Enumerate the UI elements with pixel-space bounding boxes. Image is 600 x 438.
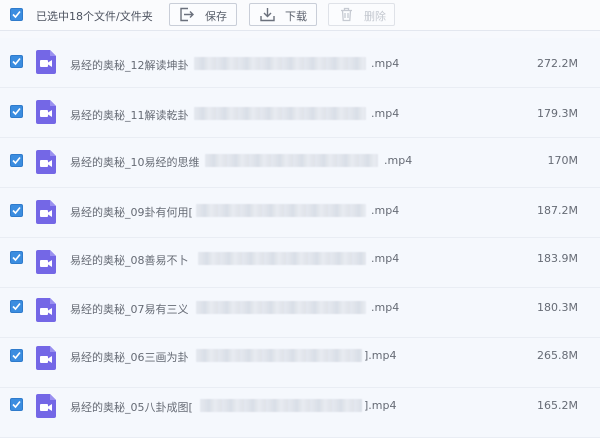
file-row[interactable]: 易经的奥秘_11解读乾卦 .mp4 179.3M (0, 88, 600, 138)
file-checkbox[interactable] (10, 204, 23, 217)
file-extension: .mp4 (371, 252, 400, 265)
video-file-icon (36, 346, 56, 370)
video-file-icon (36, 50, 56, 74)
file-name: 易经的奥秘_12解读坤卦 (70, 59, 189, 72)
file-row[interactable]: 易经的奥秘_08善易不卜 .mp4 183.9M (0, 238, 600, 288)
file-extension: ].mp4 (364, 399, 397, 412)
file-size: 170M (547, 154, 579, 167)
file-extension: .mp4 (371, 204, 400, 217)
check-icon (12, 253, 21, 262)
video-file-icon (36, 200, 56, 224)
blurred-filename (196, 301, 366, 314)
delete-button[interactable]: 删除 (328, 3, 395, 26)
file-extension: .mp4 (371, 57, 400, 70)
file-checkbox[interactable] (10, 300, 23, 313)
save-button[interactable]: 保存 (169, 3, 237, 26)
save-to-icon (179, 7, 196, 25)
video-file-icon (36, 394, 56, 418)
file-size: 179.3M (537, 107, 578, 120)
file-extension: ].mp4 (364, 349, 397, 362)
video-file-icon (36, 298, 56, 322)
file-size: 265.8M (537, 349, 578, 362)
blurred-filename (196, 204, 366, 217)
file-size: 272.2M (537, 57, 578, 70)
blurred-filename (200, 399, 362, 412)
trash-icon (338, 7, 355, 25)
file-row[interactable]: 易经的奥秘_06三画为卦 ].mp4 265.8M (0, 338, 600, 388)
blurred-filename (196, 349, 362, 362)
file-size: 187.2M (537, 204, 578, 217)
file-size: 180.3M (537, 301, 578, 314)
blurred-filename (198, 252, 366, 265)
file-checkbox[interactable] (10, 398, 23, 411)
download-label: 下载 (285, 10, 307, 23)
blurred-filename (205, 154, 378, 167)
file-name: 易经的奥秘_07易有三义 (70, 303, 189, 316)
file-checkbox[interactable] (10, 105, 23, 118)
blurred-filename (194, 107, 366, 120)
file-name: 易经的奥秘_10易经的思维 (70, 156, 200, 169)
file-row[interactable]: 易经的奥秘_05八卦成图[ ].mp4 165.2M (0, 388, 600, 438)
delete-label: 删除 (364, 10, 386, 23)
video-file-icon (36, 150, 56, 174)
video-file-icon (36, 250, 56, 274)
file-name: 易经的奥秘_09卦有何用[ (70, 206, 193, 219)
file-name: 易经的奥秘_06三画为卦 (70, 351, 189, 364)
check-icon (12, 10, 21, 19)
file-checkbox[interactable] (10, 154, 23, 167)
video-file-icon (36, 100, 56, 124)
blurred-filename (194, 57, 366, 70)
check-icon (12, 156, 21, 165)
check-icon (12, 400, 21, 409)
check-icon (12, 302, 21, 311)
download-button[interactable]: 下载 (249, 3, 317, 26)
check-icon (12, 206, 21, 215)
file-extension: .mp4 (371, 107, 400, 120)
file-name: 易经的奥秘_08善易不卜 (70, 254, 189, 267)
file-extension: .mp4 (371, 301, 400, 314)
file-checkbox[interactable] (10, 251, 23, 264)
file-size: 183.9M (537, 252, 578, 265)
file-row[interactable]: 易经的奥秘_10易经的思维 .mp4 170M (0, 138, 600, 188)
select-all-checkbox[interactable] (10, 8, 23, 21)
selection-count-label: 已选中18个文件/文件夹 (36, 10, 153, 23)
file-name: 易经的奥秘_11解读乾卦 (70, 109, 189, 122)
download-icon (259, 7, 276, 25)
file-row[interactable]: 易经的奥秘_07易有三义 .mp4 180.3M (0, 288, 600, 338)
file-name: 易经的奥秘_05八卦成图[ (70, 401, 193, 414)
check-icon (12, 57, 21, 66)
save-label: 保存 (205, 10, 227, 23)
check-icon (12, 107, 21, 116)
check-icon (12, 351, 21, 360)
file-extension: .mp4 (384, 154, 413, 167)
file-checkbox[interactable] (10, 55, 23, 68)
file-checkbox[interactable] (10, 349, 23, 362)
file-row[interactable]: 易经的奥秘_09卦有何用[ .mp4 187.2M (0, 188, 600, 238)
file-size: 165.2M (537, 399, 578, 412)
file-row[interactable]: 易经的奥秘_12解读坤卦 .mp4 272.2M (0, 38, 600, 88)
toolbar: 已选中18个文件/文件夹 保存 下载 删除 (0, 0, 600, 31)
